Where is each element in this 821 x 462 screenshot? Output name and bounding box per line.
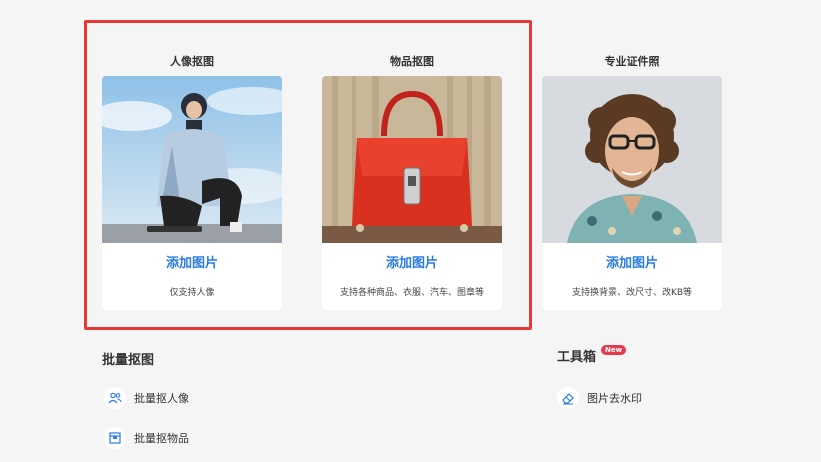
list-item-label: 批量抠人像 xyxy=(134,392,189,405)
batch-portrait-item[interactable]: 批量抠人像 xyxy=(104,387,189,409)
highlight-frame xyxy=(84,20,532,330)
id-photo-card[interactable] xyxy=(542,76,722,310)
watermark-removal-item[interactable]: 图片去水印 xyxy=(557,387,642,409)
card-title: 专业证件照 xyxy=(604,55,660,68)
new-badge: New xyxy=(601,345,627,355)
id-photo-sample-image xyxy=(542,76,722,243)
batch-section-title: 批量抠图 xyxy=(102,353,155,368)
eraser-icon xyxy=(557,387,579,409)
list-item-label: 批量抠物品 xyxy=(134,432,189,445)
card-description: 支持换背景、改尺寸、改KB等 xyxy=(571,288,693,298)
list-item-label: 图片去水印 xyxy=(587,392,642,405)
toolbox-section-title: 工具箱 xyxy=(557,350,597,365)
box-icon xyxy=(104,427,126,449)
people-icon xyxy=(104,387,126,409)
add-image-button[interactable]: 添加图片 xyxy=(542,252,722,271)
batch-object-item[interactable]: 批量抠物品 xyxy=(104,427,189,449)
